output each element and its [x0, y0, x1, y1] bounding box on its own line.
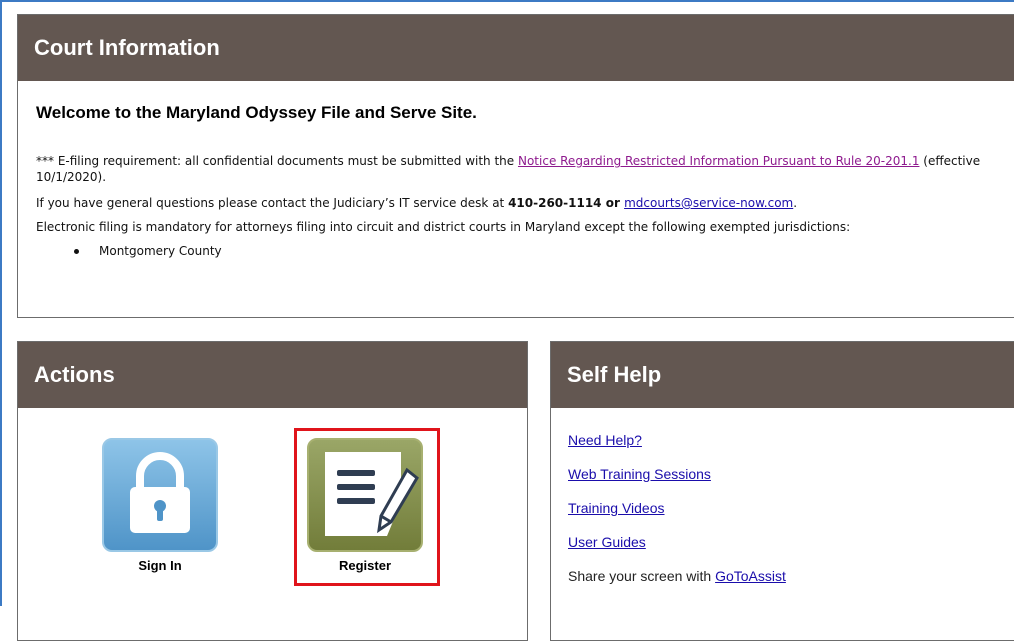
register-highlight-box: [294, 428, 440, 586]
questions-notice: If you have general questions please con…: [36, 195, 1008, 211]
court-information-header: Court Information: [18, 15, 1014, 81]
self-help-header: Self Help: [551, 342, 1014, 408]
efiling-notice: *** E-filing requirement: all confidenti…: [36, 153, 1008, 185]
help-list-item: Training Videos: [568, 498, 1014, 532]
questions-period: .: [793, 196, 798, 210]
user-guides-link[interactable]: User Guides: [568, 534, 646, 550]
web-training-sessions-link[interactable]: Web Training Sessions: [568, 466, 711, 482]
exempt-jurisdiction: Montgomery County: [99, 244, 222, 258]
court-information-panel: Court Information Welcome to the Marylan…: [17, 14, 1014, 318]
sign-in-label: Sign In: [138, 558, 182, 573]
efiling-text: *** E-filing requirement: all confidenti…: [36, 154, 518, 168]
gotoassist-link[interactable]: GoToAssist: [715, 568, 786, 584]
self-help-panel: Self Help Need Help? Web Training Sessio…: [550, 341, 1014, 641]
questions-text: If you have general questions please con…: [36, 196, 509, 210]
lock-icon[interactable]: [102, 438, 218, 552]
help-list-item: User Guides: [568, 532, 1014, 566]
lock-icon-graphic: [130, 452, 190, 533]
need-help-link[interactable]: Need Help?: [568, 432, 642, 448]
share-screen-item: Share your screen with GoToAssist: [568, 566, 1014, 600]
sign-in-button[interactable]: Sign In: [102, 438, 218, 573]
window-left-edge: [0, 0, 2, 606]
exempt-list-item: Montgomery County: [36, 244, 1008, 258]
actions-panel: Actions Sign In Register: [17, 341, 528, 641]
bullet-icon: [74, 249, 79, 254]
service-desk-email-link[interactable]: mdcourts@service-now.com: [624, 196, 793, 210]
actions-header: Actions: [18, 342, 527, 408]
share-screen-text: Share your screen with: [568, 568, 716, 584]
help-list-item: Web Training Sessions: [568, 464, 1014, 498]
training-videos-link[interactable]: Training Videos: [568, 500, 665, 516]
service-desk-phone: 410-260-1114: [508, 196, 602, 210]
help-list-item: Need Help?: [568, 430, 1014, 464]
self-help-links: Need Help? Web Training Sessions Trainin…: [551, 408, 1014, 600]
window-top-edge: [0, 0, 1014, 2]
questions-or-text: or: [601, 196, 625, 210]
welcome-heading: Welcome to the Maryland Odyssey File and…: [36, 103, 477, 122]
restricted-information-notice-link[interactable]: Notice Regarding Restricted Information …: [518, 154, 919, 168]
mandatory-notice: Electronic filing is mandatory for attor…: [36, 220, 851, 234]
